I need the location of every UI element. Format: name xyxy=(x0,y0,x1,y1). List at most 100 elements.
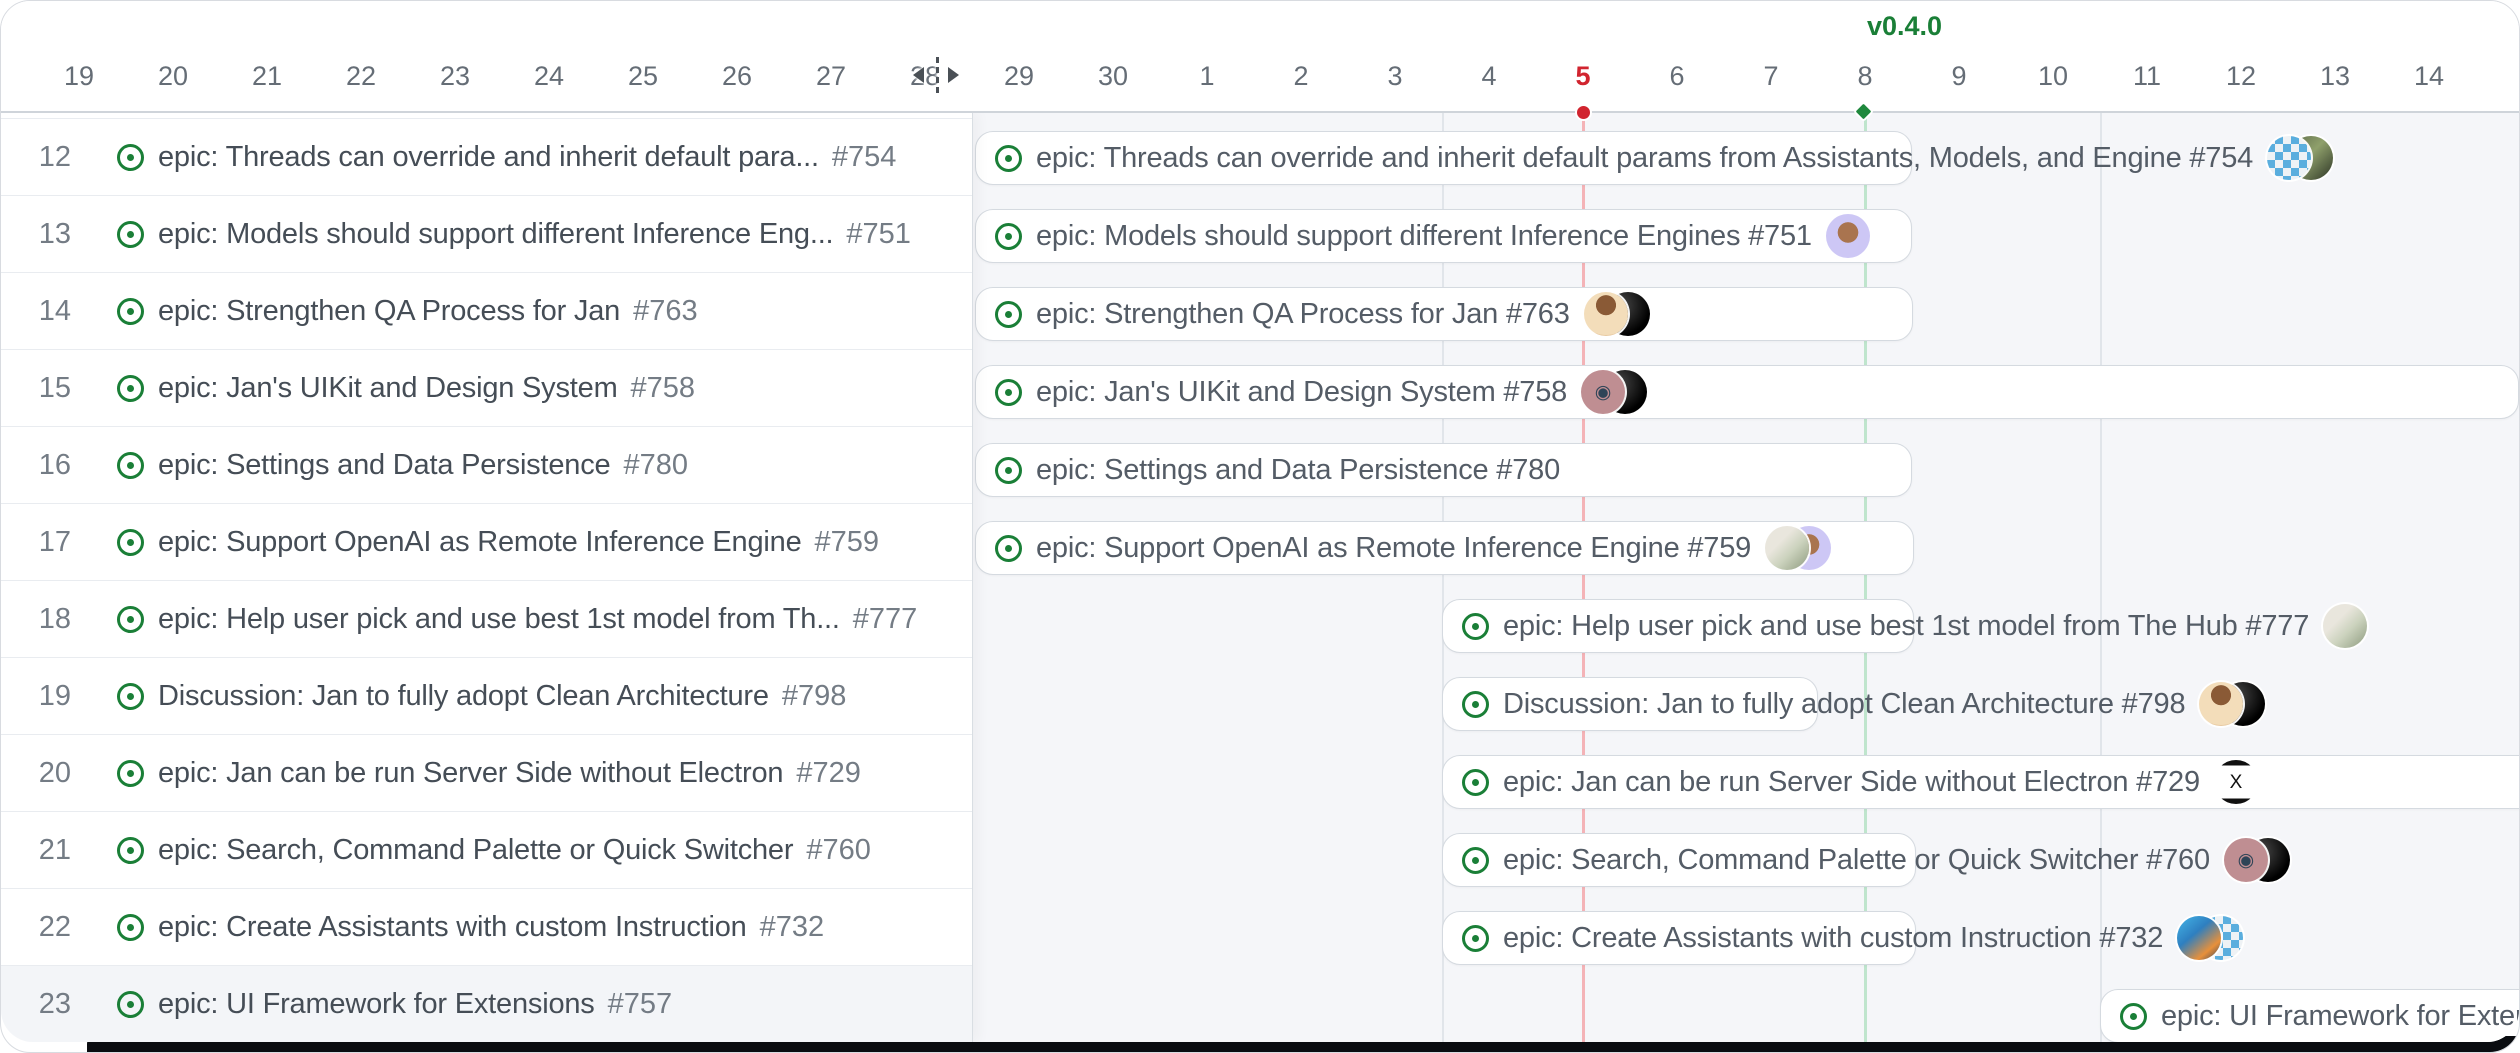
issue-title[interactable]: epic: Threads can override and inherit d… xyxy=(158,141,819,174)
x-logo-glyph: X xyxy=(2230,773,2243,792)
open-issue-icon xyxy=(117,144,144,171)
table-row[interactable]: 16epic: Settings and Data Persistence#78… xyxy=(1,427,972,504)
open-issue-icon xyxy=(117,221,144,248)
issue-bar-title: epic: UI Framework for Extensions #757 xyxy=(2161,1000,2519,1033)
issue-number: #777 xyxy=(853,603,918,636)
assignee-avatars xyxy=(1826,214,1870,258)
open-issue-icon xyxy=(995,223,1022,250)
table-row[interactable]: 20 epic: Jan can be run Server Side witho… xyxy=(1,735,972,812)
date-label-20: 20 xyxy=(126,61,220,92)
table-row[interactable]: 19 Discussion: Jan to fully adopt Clean A… xyxy=(1,658,972,735)
open-issue-icon xyxy=(117,837,144,864)
date-label-2: 2 xyxy=(1254,61,1348,92)
open-issue-icon xyxy=(117,375,144,402)
date-label-21: 21 xyxy=(220,61,314,92)
open-issue-icon xyxy=(1462,925,1489,952)
date-label-10: 10 xyxy=(2006,61,2100,92)
row-number: 12 xyxy=(1,141,71,174)
table-row[interactable]: 14epic: Strengthen QA Process for Jan#76… xyxy=(1,273,972,350)
issue-bar-title: epic: Jan's UIKit and Design System #758 xyxy=(1036,376,1567,409)
issue-title[interactable]: epic: Settings and Data Persistence xyxy=(158,449,610,482)
open-issue-icon xyxy=(995,145,1022,172)
issue-title[interactable]: epic: UI Framework for Extensions xyxy=(158,988,595,1021)
issue-title[interactable]: epic: Models should support different In… xyxy=(158,218,833,251)
issue-number: #759 xyxy=(815,526,880,559)
issue-bar-title: epic: Help user pick and use best 1st mo… xyxy=(1503,610,2309,643)
assignee-avatars xyxy=(2267,136,2333,180)
row-number: 13 xyxy=(1,218,71,251)
c-line xyxy=(936,57,939,93)
date-label-19: 19 xyxy=(32,61,126,92)
date-label-27: 27 xyxy=(784,61,878,92)
row-number: 23 xyxy=(1,988,71,1021)
avatar-x-logo: X xyxy=(2214,760,2258,804)
table-row[interactable]: 22epic: Create Assistants with custom In… xyxy=(1,889,972,966)
open-issue-icon xyxy=(1462,847,1489,874)
issue-bar-content: epic: Jan's UIKit and Design System #758… xyxy=(975,365,1647,419)
open-issue-icon xyxy=(995,535,1022,562)
table-row[interactable]: 15epic: Jan's UIKit and Design System#75… xyxy=(1,350,972,427)
date-label-12: 12 xyxy=(2194,61,2288,92)
issue-number: #760 xyxy=(806,834,871,867)
open-issue-icon xyxy=(117,991,144,1018)
date-label-24: 24 xyxy=(502,61,596,92)
date-label-4: 4 xyxy=(1442,61,1536,92)
milestone-label: v0.4.0 xyxy=(1867,11,1942,42)
row-number: 16 xyxy=(1,449,71,482)
date-label-8: 8 xyxy=(1818,61,1912,92)
issue-title[interactable]: epic: Jan's UIKit and Design System xyxy=(158,372,618,405)
open-issue-icon xyxy=(117,914,144,941)
roadmap-window: epic: Threads can override and inherit d… xyxy=(0,0,2520,1053)
date-label-22: 22 xyxy=(314,61,408,92)
issue-bar-content: epic: Jan can be run Server Side without… xyxy=(1442,755,2258,809)
issue-bar-content: epic: Models should support different In… xyxy=(975,209,1870,263)
issue-title[interactable]: Discussion: Jan to fully adopt Clean Arc… xyxy=(158,680,769,713)
issue-bar-title: Discussion: Jan to fully adopt Clean Arc… xyxy=(1503,688,2185,721)
issue-bar-content: epic: Help user pick and use best 1st mo… xyxy=(1442,599,2367,653)
issue-title[interactable]: epic: Support OpenAI as Remote Inference… xyxy=(158,526,802,559)
date-header[interactable]: v0.4.0 192021222324252627282930123456789… xyxy=(1,1,2519,113)
issue-title[interactable]: epic: Jan can be run Server Side without… xyxy=(158,757,783,790)
mauve-eye-glyph: ◉ xyxy=(1595,383,1612,402)
c-right xyxy=(948,67,959,83)
issue-number: #757 xyxy=(608,988,673,1021)
issue-bar-content: epic: UI Framework for Extensions #757 xyxy=(2100,989,2519,1042)
assignee-avatars xyxy=(1584,292,1650,336)
table-row[interactable]: 23 epic: UI Framework for Extensions #757 xyxy=(1,966,972,1042)
issue-bar-title: epic: Jan can be run Server Side without… xyxy=(1503,766,2200,799)
today-marker-dot xyxy=(1575,104,1592,121)
issue-number: #754 xyxy=(832,141,897,174)
col-resize-cursor-icon xyxy=(913,57,959,93)
date-label-29: 29 xyxy=(972,61,1066,92)
open-issue-icon xyxy=(117,452,144,479)
issue-bar-title: epic: Threads can override and inherit d… xyxy=(1036,142,2253,175)
avatar-cat-photo xyxy=(2323,604,2367,648)
table-row[interactable]: 18epic: Help user pick and use best 1st … xyxy=(1,581,972,658)
date-label-11: 11 xyxy=(2100,61,2194,92)
issue-title[interactable]: epic: Search, Command Palette or Quick S… xyxy=(158,834,793,867)
date-label-14: 14 xyxy=(2382,61,2476,92)
row-number: 20 xyxy=(1,757,71,790)
open-issue-icon xyxy=(117,760,144,787)
issue-title[interactable]: epic: Strengthen QA Process for Jan xyxy=(158,295,620,328)
issue-title[interactable]: epic: Create Assistants with custom Inst… xyxy=(158,911,747,944)
github-projects-roadmap: epic: Threads can override and inherit d… xyxy=(1,1,2519,1042)
row-number: 19 xyxy=(1,680,71,713)
open-issue-icon xyxy=(1462,613,1489,640)
open-issue-icon xyxy=(2120,1003,2147,1030)
assignee-avatars: ◉ xyxy=(2224,838,2290,882)
issue-number: #798 xyxy=(782,680,847,713)
issue-number: #751 xyxy=(846,218,911,251)
table-row[interactable]: 12 epic: Threads can override and inherit… xyxy=(1,119,972,196)
assignee-avatars xyxy=(2177,916,2243,960)
avatar-cyber-cat xyxy=(2177,916,2221,960)
table-row[interactable]: 13 epic: Models should support different … xyxy=(1,196,972,273)
date-label-23: 23 xyxy=(408,61,502,92)
issue-number: #729 xyxy=(796,757,861,790)
issue-title[interactable]: epic: Help user pick and use best 1st mo… xyxy=(158,603,840,636)
issue-number: #732 xyxy=(760,911,825,944)
assignee-avatars: ◉ xyxy=(1581,370,1647,414)
table-row[interactable]: 21epic: Search, Command Palette or Quick… xyxy=(1,812,972,889)
table-row[interactable]: 17epic: Support OpenAI as Remote Inferen… xyxy=(1,504,972,581)
assignee-avatars xyxy=(2323,604,2367,648)
